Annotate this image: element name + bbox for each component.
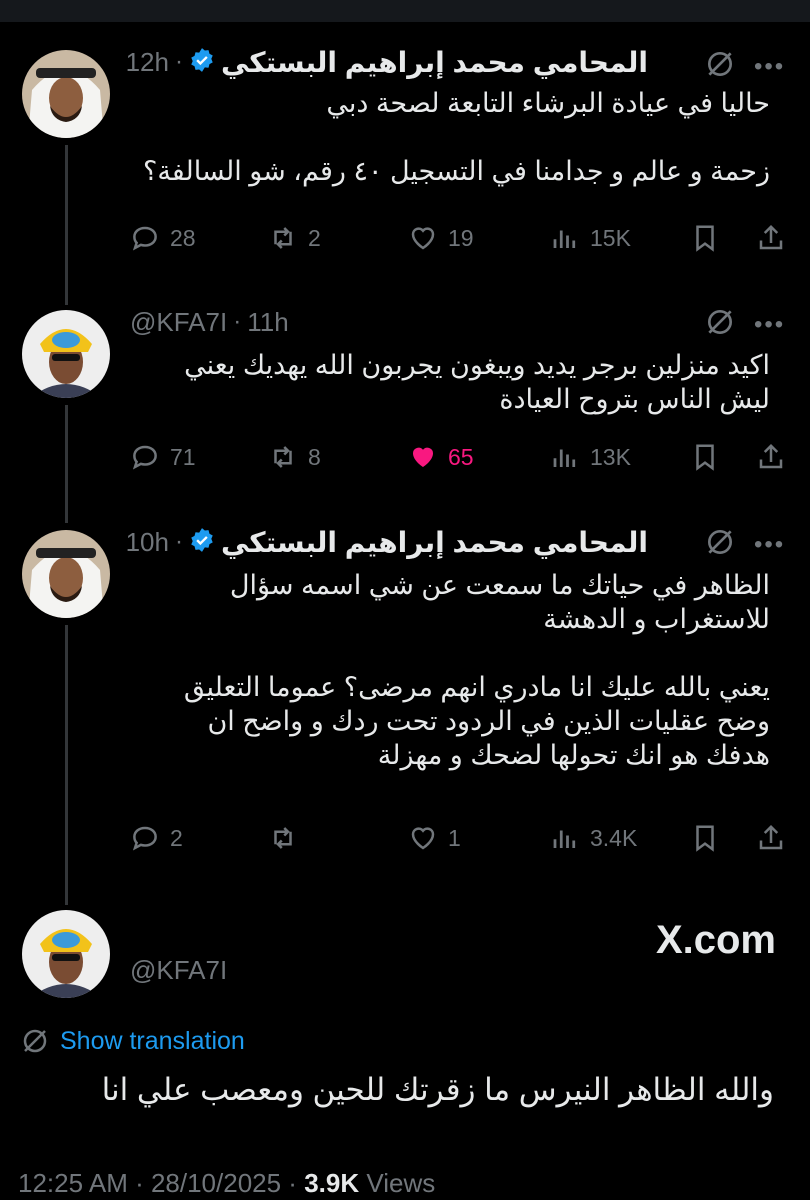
tweet-header: @KFA7I · 11h (130, 306, 289, 338)
more-icon[interactable]: ••• (754, 311, 785, 339)
tweet-header: المحامي محمد إبراهيم البستكي · 12h (125, 46, 648, 79)
verified-badge-icon (189, 527, 215, 558)
repost-icon (274, 227, 292, 249)
translate-icon (23, 1029, 47, 1053)
repost-count: 8 (308, 443, 321, 470)
repost-button[interactable] (268, 818, 308, 858)
avatar[interactable] (22, 910, 110, 998)
share-button[interactable] (756, 818, 786, 858)
x-logo: X.com (655, 918, 776, 962)
bookmark-icon (696, 825, 714, 852)
thread-line (65, 625, 68, 905)
views-button[interactable]: 3.4K (550, 818, 637, 858)
avatar[interactable] (22, 50, 110, 138)
grok-icon[interactable] (704, 48, 736, 85)
views-icon (553, 449, 576, 467)
author-name[interactable]: المحامي محمد إبراهيم البستكي (221, 46, 648, 79)
more-icon[interactable]: ••• (754, 531, 785, 559)
reply-icon (132, 826, 157, 851)
reply-count: 28 (170, 224, 196, 251)
bookmark-button[interactable] (690, 218, 720, 258)
tweet-text: اكيد منزلين برجر يديد ويبغون يجربون الله… (184, 350, 770, 414)
like-count: 65 (448, 443, 474, 470)
reply-button[interactable]: 71 (130, 437, 196, 477)
repost-count: 2 (308, 224, 321, 251)
like-icon (411, 227, 435, 250)
bookmark-button[interactable] (690, 818, 720, 858)
top-strip (0, 0, 810, 22)
author-name[interactable]: المحامي محمد إبراهيم البستكي (221, 526, 648, 559)
share-button[interactable] (756, 437, 786, 477)
show-translation-label: Show translation (60, 1026, 245, 1055)
views-button[interactable]: 15K (550, 218, 631, 258)
share-icon (759, 224, 783, 250)
tweet-text: حاليا في عيادة البرشاء التابعة لصحة دبي … (143, 88, 770, 186)
bookmark-icon (696, 444, 714, 471)
author-handle[interactable]: @KFA7I (130, 307, 227, 338)
views-icon (553, 230, 576, 248)
author-handle[interactable]: @KFA7I (130, 955, 227, 986)
grok-icon[interactable] (704, 306, 736, 343)
views-icon (553, 830, 576, 848)
reply-count: 2 (170, 824, 183, 851)
repost-button[interactable]: 2 (268, 218, 321, 258)
more-icon[interactable]: ••• (754, 53, 785, 81)
thread-line (65, 405, 68, 523)
avatar[interactable] (22, 530, 110, 618)
verified-badge-icon (189, 47, 215, 78)
repost-icon (274, 446, 292, 468)
tweet-header-icons: ••• (704, 48, 785, 85)
avatar[interactable] (22, 310, 110, 398)
bookmark-button[interactable] (690, 437, 720, 477)
reply-icon (132, 226, 157, 251)
like-button[interactable]: 19 (408, 218, 474, 258)
grok-icon[interactable] (704, 526, 736, 563)
repost-icon (274, 827, 292, 849)
tweet-text: الظاهر في حياتك ما سمعت عن شي اسمه سؤال … (183, 570, 770, 770)
views-button[interactable]: 13K (550, 437, 631, 477)
views-count: 3.4K (590, 824, 638, 851)
thread-line (65, 145, 68, 305)
main-tweet-text: والله الظاهر النيرس ما زقرتك للحين ومعصب… (101, 1072, 774, 1107)
timestamp[interactable]: 12:25 AM · 28/10/2025 · (18, 1168, 304, 1198)
repost-button[interactable]: 8 (268, 437, 321, 477)
views-total: 3.9K (304, 1168, 360, 1198)
tweet-header-icons: ••• (704, 306, 785, 343)
views-count: 13K (590, 443, 631, 470)
like-button[interactable]: 65 (408, 437, 474, 477)
views-count: 15K (590, 224, 631, 251)
like-icon (413, 447, 433, 467)
reply-button[interactable]: 2 (130, 818, 183, 858)
show-translation-button[interactable]: Show translation (20, 1026, 245, 1056)
reply-icon (132, 445, 157, 470)
reply-count: 71 (170, 443, 196, 470)
bookmark-icon (696, 225, 714, 252)
tweet-time[interactable]: 11h (247, 307, 288, 338)
like-icon (411, 827, 435, 850)
tweet-time[interactable]: 12h (126, 47, 169, 78)
share-button[interactable] (756, 218, 786, 258)
views-label: Views (359, 1168, 436, 1198)
like-count: 1 (448, 824, 461, 851)
tweet-actions: 71 8 65 13K (130, 437, 790, 477)
tweet-meta: 12:25 AM · 28/10/2025 · 3.9K Views (18, 1168, 435, 1199)
like-button[interactable]: 1 (408, 818, 461, 858)
tweet-actions: 2 1 3.4K (130, 818, 790, 858)
share-icon (759, 443, 783, 469)
tweet-actions: 28 2 19 15K (130, 218, 790, 258)
like-count: 19 (448, 224, 474, 251)
tweet-header: المحامي محمد إبراهيم البستكي · 10h (125, 526, 648, 559)
tweet-header-icons: ••• (704, 526, 785, 563)
tweet-time[interactable]: 10h (126, 527, 169, 558)
share-icon (759, 824, 783, 850)
reply-button[interactable]: 28 (130, 218, 196, 258)
